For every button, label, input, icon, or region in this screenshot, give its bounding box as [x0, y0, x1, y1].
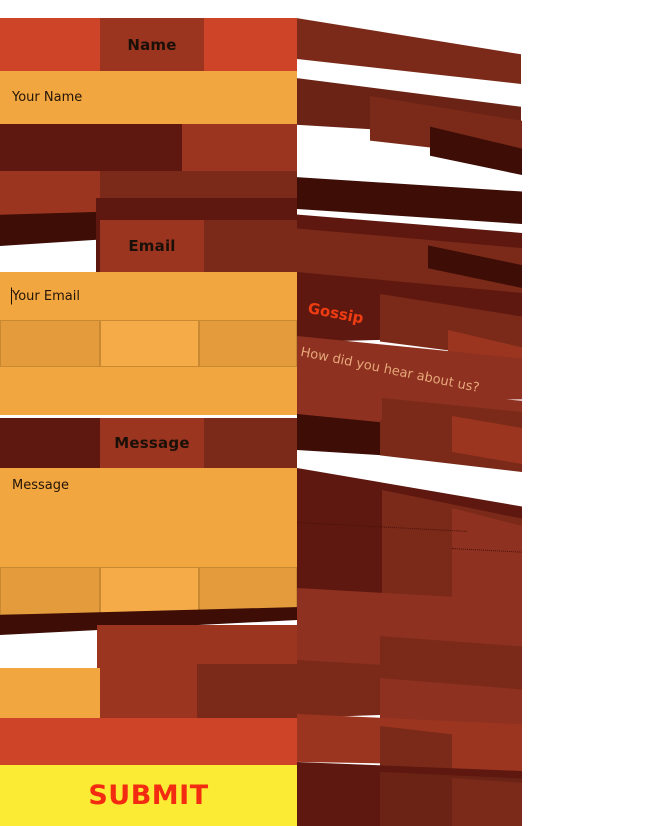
name-label-row-depth-face — [296, 18, 521, 84]
submit-button-backplate — [0, 718, 297, 765]
email-group-filler — [0, 367, 297, 415]
message-sub-col-1 — [0, 567, 100, 615]
email-label-chip: Email — [100, 220, 204, 272]
email-input-placeholder: Your Email — [12, 288, 80, 304]
message-label-text: Message — [114, 434, 190, 452]
submit-button-label: SUBMIT — [88, 780, 209, 811]
submit-wrapper-band — [100, 666, 197, 718]
name-input-placeholder: Your Name — [12, 90, 83, 105]
email-sub-col-2 — [100, 320, 199, 367]
email-input-field[interactable]: Your Email — [0, 272, 297, 320]
email-sub-col-3 — [199, 320, 297, 367]
name-input-field[interactable]: Your Name — [0, 71, 297, 124]
email-sub-columns — [0, 320, 297, 367]
message-sub-col-2 — [100, 567, 199, 615]
email-sub-col-1 — [0, 320, 100, 367]
text-caret — [11, 287, 12, 305]
message-textarea[interactable]: Message — [0, 468, 297, 567]
message-sub-columns — [0, 567, 297, 615]
name-label-text: Name — [127, 35, 177, 54]
message-textarea-placeholder: Message — [12, 478, 69, 493]
message-label-row-right — [204, 418, 297, 468]
name-label-chip: Name — [100, 18, 204, 71]
submit-wrapper-left-chip — [0, 668, 100, 718]
submit-button-depth-3 — [452, 778, 522, 826]
email-label-text: Email — [128, 237, 176, 255]
name-group-underlay-mid — [182, 124, 297, 171]
message-label-chip: Message — [100, 418, 204, 468]
submit-button[interactable]: SUBMIT — [0, 765, 297, 826]
email-label-row-right — [204, 220, 297, 272]
three-d-form-stage: Name Your Name Email Your Email Gossip H… — [0, 0, 664, 826]
submit-wrapper-band-dark — [197, 664, 297, 718]
